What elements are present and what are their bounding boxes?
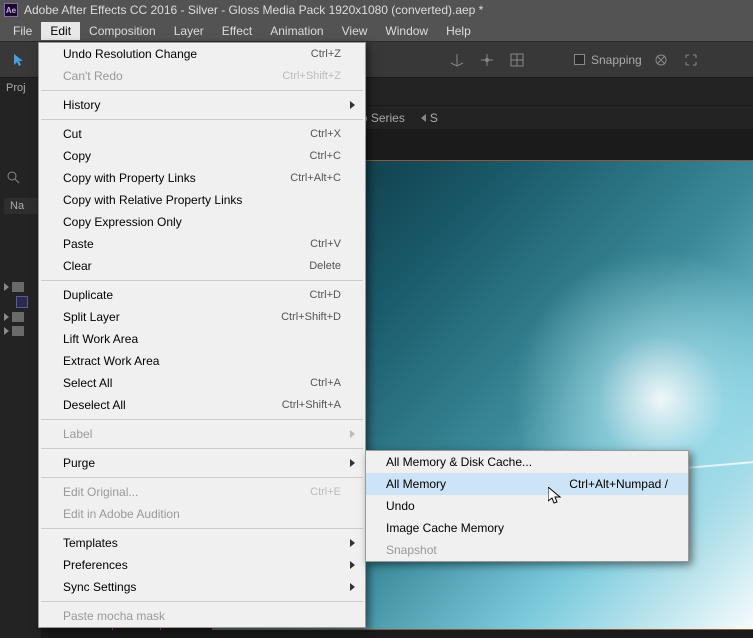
menu-file[interactable]: File <box>4 22 41 40</box>
submenu-item[interactable]: Undo <box>366 495 688 517</box>
submenu-arrow-icon <box>350 101 355 109</box>
menu-animation[interactable]: Animation <box>261 22 332 40</box>
folder-icon <box>12 326 24 336</box>
menu-item: Edit Original...Ctrl+E <box>39 481 365 503</box>
grid-icon[interactable] <box>506 49 528 71</box>
submenu-item[interactable]: All Memory & Disk Cache... <box>366 451 688 473</box>
menu-view[interactable]: View <box>333 22 377 40</box>
menu-item[interactable]: CopyCtrl+C <box>39 145 365 167</box>
app-icon: Ae <box>4 3 18 17</box>
folder-icon <box>12 312 24 322</box>
project-panel[interactable]: Proj Na <box>0 78 42 638</box>
menu-composition[interactable]: Composition <box>80 22 165 40</box>
twirl-icon[interactable] <box>4 327 9 335</box>
search-icon[interactable] <box>6 170 20 184</box>
project-tab-label[interactable]: Proj <box>0 78 41 98</box>
axis-icon[interactable] <box>446 49 468 71</box>
menu-item[interactable]: CutCtrl+X <box>39 123 365 145</box>
submenu-item: Snapshot <box>366 539 688 561</box>
project-item[interactable] <box>0 280 41 294</box>
project-item[interactable] <box>0 294 41 310</box>
menu-item[interactable]: Purge <box>39 452 365 474</box>
menu-item[interactable]: Extract Work Area <box>39 350 365 372</box>
project-item[interactable] <box>0 310 41 324</box>
menu-effect[interactable]: Effect <box>213 22 261 40</box>
submenu-arrow-icon <box>350 539 355 547</box>
submenu-item[interactable]: All MemoryCtrl+Alt+Numpad / <box>366 473 688 495</box>
menu-item[interactable]: Copy with Relative Property Links <box>39 189 365 211</box>
menu-item[interactable]: DuplicateCtrl+D <box>39 284 365 306</box>
selection-tool-icon[interactable] <box>8 49 30 71</box>
menu-item: Label <box>39 423 365 445</box>
menu-window[interactable]: Window <box>376 22 437 40</box>
snapping-toggle[interactable]: Snapping <box>574 53 642 67</box>
window-title: Adobe After Effects CC 2016 - Silver - G… <box>24 3 483 17</box>
menu-item[interactable]: Undo Resolution ChangeCtrl+Z <box>39 43 365 65</box>
menu-item[interactable]: ClearDelete <box>39 255 365 277</box>
edit-menu-dropdown[interactable]: Undo Resolution ChangeCtrl+ZCan't RedoCt… <box>38 42 366 628</box>
menu-item[interactable]: Sync Settings <box>39 576 365 598</box>
snapping-label: Snapping <box>591 53 642 67</box>
menu-item[interactable]: Copy with Property LinksCtrl+Alt+C <box>39 167 365 189</box>
menu-item[interactable]: Preferences <box>39 554 365 576</box>
menu-help[interactable]: Help <box>437 22 480 40</box>
submenu-arrow-icon <box>350 430 355 438</box>
breadcrumb-tab[interactable]: S <box>413 108 446 128</box>
twirl-icon[interactable] <box>4 283 9 291</box>
name-column-header[interactable]: Na <box>4 198 38 214</box>
menu-bar[interactable]: FileEditCompositionLayerEffectAnimationV… <box>0 20 753 42</box>
menu-edit[interactable]: Edit <box>41 22 80 40</box>
menu-layer[interactable]: Layer <box>165 22 213 40</box>
menu-item: Edit in Adobe Audition <box>39 503 365 525</box>
folder-icon <box>12 282 24 292</box>
menu-item[interactable]: Split LayerCtrl+Shift+D <box>39 306 365 328</box>
menu-item[interactable]: Select AllCtrl+A <box>39 372 365 394</box>
menu-item[interactable]: History <box>39 94 365 116</box>
title-bar: Ae Adobe After Effects CC 2016 - Silver … <box>0 0 753 20</box>
menu-item[interactable]: Deselect AllCtrl+Shift+A <box>39 394 365 416</box>
menu-item[interactable]: Lift Work Area <box>39 328 365 350</box>
submenu-arrow-icon <box>350 583 355 591</box>
snap-opt-icon[interactable] <box>650 49 672 71</box>
menu-item[interactable]: PasteCtrl+V <box>39 233 365 255</box>
anchor-icon[interactable] <box>476 49 498 71</box>
submenu-arrow-icon <box>350 561 355 569</box>
comp-icon <box>16 296 28 308</box>
menu-item: Can't RedoCtrl+Shift+Z <box>39 65 365 87</box>
project-item[interactable] <box>0 324 41 338</box>
checkbox-icon[interactable] <box>574 54 585 65</box>
menu-item: Paste mocha mask <box>39 605 365 627</box>
submenu-item[interactable]: Image Cache Memory <box>366 517 688 539</box>
twirl-icon[interactable] <box>4 313 9 321</box>
expand-icon[interactable] <box>680 49 702 71</box>
submenu-arrow-icon <box>350 459 355 467</box>
purge-submenu[interactable]: All Memory & Disk Cache...All MemoryCtrl… <box>365 450 689 562</box>
menu-item[interactable]: Templates <box>39 532 365 554</box>
menu-item[interactable]: Copy Expression Only <box>39 211 365 233</box>
